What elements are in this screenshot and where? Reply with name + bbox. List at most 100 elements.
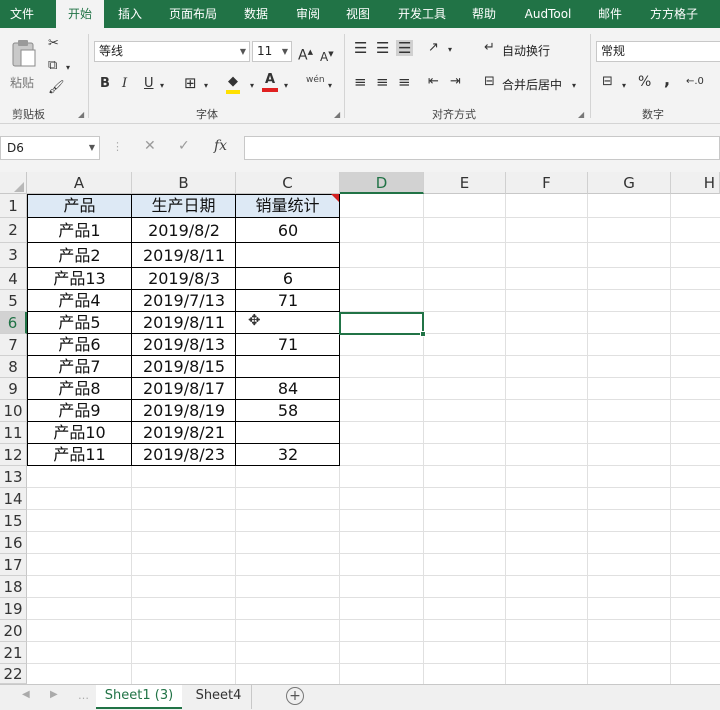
cell-date[interactable]: 2019/7/13 bbox=[133, 290, 235, 312]
font-color-icon[interactable]: A bbox=[262, 72, 279, 92]
cut-icon[interactable]: ✂ bbox=[48, 36, 59, 52]
row-header-5[interactable]: 5 bbox=[0, 290, 27, 312]
italic-button[interactable]: I bbox=[122, 76, 127, 92]
header-cell-sales[interactable]: 销量统计 bbox=[236, 194, 339, 218]
tab-help[interactable]: 帮助 bbox=[464, 0, 504, 28]
tab-fangfang[interactable]: 方方格子 bbox=[642, 0, 706, 28]
row-header-16[interactable]: 16 bbox=[0, 532, 27, 554]
cell-sales[interactable] bbox=[237, 243, 339, 268]
tab-insert[interactable]: 插入 bbox=[108, 0, 152, 28]
border-icon[interactable]: ⊞ bbox=[184, 75, 197, 91]
alignment-launcher-icon[interactable]: ◢ bbox=[578, 110, 584, 119]
cell-date[interactable]: 2019/8/17 bbox=[133, 378, 235, 400]
wrap-text-icon[interactable]: ↵ bbox=[484, 40, 495, 56]
paste-button[interactable]: 粘贴 bbox=[6, 36, 40, 92]
cell-sales[interactable]: 58 bbox=[237, 400, 339, 422]
row-header-9[interactable]: 9 bbox=[0, 378, 27, 400]
scroll-left-icon[interactable]: ◀ bbox=[22, 689, 30, 700]
sheet-tab-sheet4[interactable]: Sheet4 bbox=[186, 685, 252, 709]
number-format-select[interactable]: 常规 bbox=[596, 41, 720, 62]
orientation-icon[interactable]: ↗ bbox=[428, 40, 439, 56]
underline-button[interactable]: U bbox=[144, 76, 154, 92]
cell-product[interactable]: 产品9 bbox=[28, 400, 131, 422]
tab-developer[interactable]: 开发工具 bbox=[390, 0, 454, 28]
merge-center-icon[interactable]: ⊟ bbox=[484, 74, 495, 90]
cell-date[interactable]: 2019/8/2 bbox=[133, 218, 235, 243]
underline-dropdown-icon[interactable]: ▾ bbox=[160, 78, 164, 94]
cell-product[interactable]: 产品8 bbox=[28, 378, 131, 400]
column-header-a[interactable]: A bbox=[27, 172, 132, 194]
row-header-8[interactable]: 8 bbox=[0, 356, 27, 378]
percent-button[interactable]: % bbox=[638, 74, 651, 90]
row-header-13[interactable]: 13 bbox=[0, 466, 27, 488]
clipboard-launcher-icon[interactable]: ◢ bbox=[78, 110, 84, 119]
cell-date[interactable]: 2019/8/3 bbox=[133, 268, 235, 290]
cell-sales[interactable]: 71 bbox=[237, 334, 339, 356]
comma-button[interactable]: , bbox=[664, 72, 670, 88]
comment-indicator[interactable] bbox=[331, 194, 339, 202]
row-header-7[interactable]: 7 bbox=[0, 334, 27, 356]
column-header-c[interactable]: C bbox=[236, 172, 340, 194]
cancel-icon[interactable]: ✕ bbox=[144, 138, 156, 154]
fill-handle[interactable] bbox=[420, 331, 426, 337]
currency-icon[interactable]: ⊟ bbox=[602, 74, 613, 90]
cell-sales[interactable]: 71 bbox=[237, 290, 339, 312]
row-header-1[interactable]: 1 bbox=[0, 194, 27, 218]
tab-data[interactable]: 数据 bbox=[236, 0, 276, 28]
select-all-corner[interactable] bbox=[0, 172, 27, 194]
phonetic-dropdown-icon[interactable]: ▾ bbox=[328, 78, 332, 94]
row-header-19[interactable]: 19 bbox=[0, 598, 27, 620]
align-right-icon[interactable]: ≡ bbox=[398, 74, 411, 90]
column-header-g[interactable]: G bbox=[588, 172, 671, 194]
cell-product[interactable]: 产品11 bbox=[28, 444, 131, 466]
decrease-indent-icon[interactable]: ⇤ bbox=[428, 74, 439, 90]
cell-sales[interactable]: 6 bbox=[237, 268, 339, 290]
orientation-dropdown-icon[interactable]: ▾ bbox=[448, 42, 452, 58]
wrap-text-button[interactable]: 自动换行 bbox=[502, 42, 550, 59]
copy-icon[interactable]: ⧉ bbox=[48, 58, 57, 74]
font-launcher-icon[interactable]: ◢ bbox=[334, 110, 340, 119]
sheet-tab-sheet1-3[interactable]: Sheet1 (3) bbox=[96, 685, 182, 709]
cell-date[interactable]: 2019/8/23 bbox=[133, 444, 235, 466]
row-header-4[interactable]: 4 bbox=[0, 268, 27, 290]
row-header-12[interactable]: 12 bbox=[0, 444, 27, 466]
enter-icon[interactable]: ✓ bbox=[178, 138, 190, 154]
fill-color-icon[interactable]: ◆ bbox=[226, 74, 240, 94]
cell-product[interactable]: 产品7 bbox=[28, 356, 131, 378]
cell-date[interactable]: 2019/8/21 bbox=[133, 422, 235, 444]
fill-dropdown-icon[interactable]: ▾ bbox=[250, 78, 254, 94]
tab-home[interactable]: 开始 bbox=[56, 0, 104, 28]
row-header-14[interactable]: 14 bbox=[0, 488, 27, 510]
phonetic-icon[interactable]: wén bbox=[306, 72, 325, 88]
column-header-f[interactable]: F bbox=[506, 172, 588, 194]
font-size-select[interactable]: 11 ▼ bbox=[252, 41, 292, 62]
format-painter-icon[interactable]: 🖌 bbox=[48, 80, 65, 96]
align-left-icon[interactable]: ≡ bbox=[354, 74, 367, 90]
copy-dropdown-icon[interactable]: ▾ bbox=[66, 60, 70, 76]
font-name-select[interactable]: 等线 ▼ bbox=[94, 41, 250, 62]
row-header-2[interactable]: 2 bbox=[0, 218, 27, 243]
row-header-6[interactable]: 6 bbox=[0, 312, 27, 334]
tab-page-layout[interactable]: 页面布局 bbox=[160, 0, 226, 28]
cell-sales[interactable]: 60 bbox=[237, 218, 339, 243]
header-cell-product[interactable]: 产品 bbox=[28, 194, 131, 218]
cell-date[interactable]: 2019/8/19 bbox=[133, 400, 235, 422]
column-header-h[interactable]: H bbox=[671, 172, 720, 194]
row-header-22[interactable]: 22 bbox=[0, 664, 27, 684]
tab-file[interactable]: 文件 bbox=[0, 0, 44, 28]
scroll-right-icon[interactable]: ▶ bbox=[50, 689, 58, 700]
align-bottom-icon[interactable]: ☰ bbox=[396, 40, 414, 56]
align-center-icon[interactable]: ≡ bbox=[376, 74, 389, 90]
cell-date[interactable]: 2019/8/11 bbox=[133, 312, 235, 334]
tab-mail[interactable]: 邮件 bbox=[590, 0, 630, 28]
cell-product[interactable]: 产品1 bbox=[28, 218, 131, 243]
decrease-font-icon[interactable]: A▼ bbox=[320, 46, 334, 65]
name-box[interactable]: D6 ▼ bbox=[0, 136, 100, 160]
cell-product[interactable]: 产品5 bbox=[28, 312, 131, 334]
increase-font-icon[interactable]: A▲ bbox=[298, 44, 313, 64]
column-header-e[interactable]: E bbox=[424, 172, 506, 194]
row-header-17[interactable]: 17 bbox=[0, 554, 27, 576]
tab-view[interactable]: 视图 bbox=[338, 0, 378, 28]
cell-product[interactable]: 产品2 bbox=[28, 243, 131, 268]
row-header-3[interactable]: 3 bbox=[0, 243, 27, 268]
